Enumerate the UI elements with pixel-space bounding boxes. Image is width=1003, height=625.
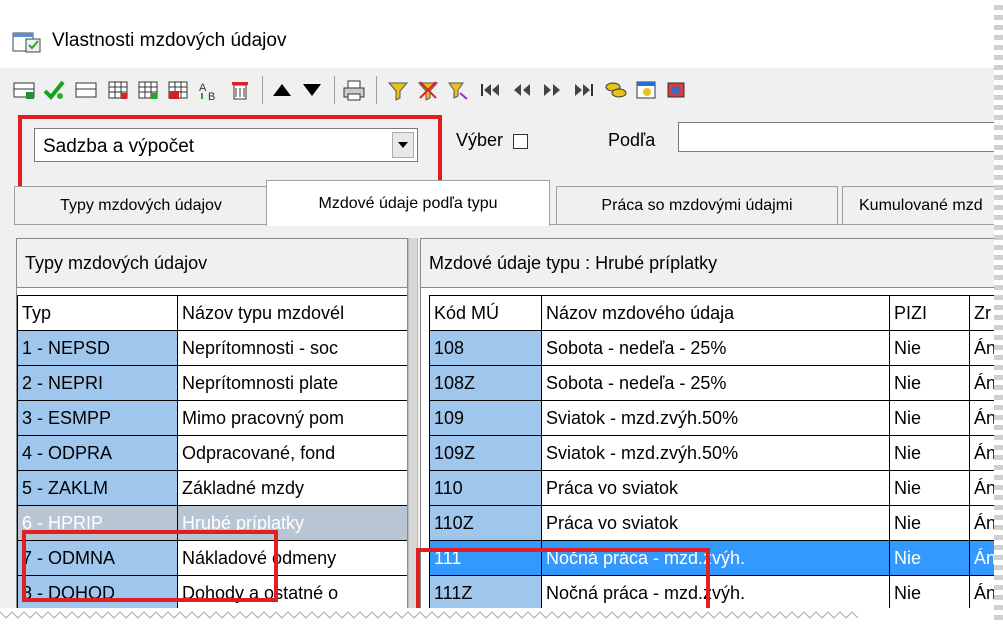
type-name: Neprítomnosti - soc — [177, 330, 407, 366]
sort-az-icon[interactable]: AB — [194, 76, 222, 104]
type-name: Mimo pracovný pom — [177, 400, 407, 436]
delete-icon[interactable] — [226, 76, 254, 104]
tools-icon[interactable] — [662, 76, 690, 104]
arrow-down-icon[interactable] — [298, 76, 326, 104]
coins-icon[interactable] — [602, 76, 630, 104]
table-add-icon[interactable] — [10, 76, 38, 104]
tab-label: Mzdové údaje podľa typu — [318, 194, 498, 212]
tab-work-with-data[interactable]: Práca so mzdovými údajmi — [556, 186, 838, 224]
table-row[interactable]: 110 Práca vo sviatok Nie Án — [429, 470, 1003, 506]
table-row[interactable]: 5 - ZAKLM Základné mzdy — [17, 470, 407, 506]
data-code: 109Z — [429, 435, 542, 471]
data-code: 108 — [429, 330, 542, 366]
table-row[interactable]: 4 - ODPRA Odpracované, fond — [17, 435, 407, 471]
type-code: 3 - ESMPP — [17, 400, 178, 436]
tab-label: Typy mzdových údajov — [60, 196, 222, 214]
column-header[interactable]: Názov typu mzdovél — [177, 295, 407, 331]
title-bar: Vlastnosti mzdových údajov — [0, 0, 1003, 68]
pizi-cell: Nie — [889, 435, 970, 471]
table-row[interactable]: 110Z Práca vo sviatok Nie Án — [429, 505, 1003, 541]
table-row[interactable]: 2 - NEPRI Neprítomnosti plate — [17, 365, 407, 401]
by-input[interactable] — [678, 122, 1003, 152]
data-name-cell: Sobota - nedeľa - 25% — [541, 330, 890, 366]
grid-add-icon[interactable] — [134, 76, 162, 104]
column-header[interactable]: Kód MÚ — [429, 295, 542, 331]
pizi-cell: Nie — [889, 505, 970, 541]
toolbar: AB — [0, 70, 1003, 108]
type-name: Odpracované, fond — [177, 435, 407, 471]
pizi-cell: Nie — [889, 470, 970, 506]
tab-types[interactable]: Typy mzdových údajov — [14, 186, 268, 224]
tab-label: Práca so mzdovými údajmi — [601, 196, 793, 214]
table-header-row: Typ Názov typu mzdovél — [17, 295, 407, 331]
data-name-cell: Sviatok - mzd.zvýh.50% — [541, 400, 890, 436]
next-record-icon[interactable] — [538, 76, 566, 104]
filter-alt-icon[interactable] — [444, 76, 472, 104]
window-title: Vlastnosti mzdových údajov — [52, 30, 287, 51]
column-header[interactable]: PIZI — [889, 295, 970, 331]
data-name-cell: Sobota - nedeľa - 25% — [541, 365, 890, 401]
last-record-icon[interactable] — [570, 76, 598, 104]
type-name: Základné mzdy — [177, 470, 407, 506]
prev-record-icon[interactable] — [508, 76, 536, 104]
type-code: 2 - NEPRI — [17, 365, 178, 401]
pizi-cell: Nie — [889, 575, 970, 611]
tab-label: Kumulované mzd — [859, 196, 983, 214]
types-panel-title: Typy mzdových údajov — [17, 239, 407, 288]
properties-app-icon — [12, 30, 42, 54]
type-code: 1 - NEPSD — [17, 330, 178, 366]
type-code: 4 - ODPRA — [17, 435, 178, 471]
pizi-cell: Nie — [889, 400, 970, 436]
data-code: 108Z — [429, 365, 542, 401]
type-name: Neprítomnosti plate — [177, 365, 407, 401]
data-code: 110Z — [429, 505, 542, 541]
type-code: 5 - ZAKLM — [17, 470, 178, 506]
arrow-up-icon[interactable] — [268, 76, 296, 104]
highlight-view-select — [18, 115, 442, 190]
table-row[interactable]: 109Z Sviatok - mzd.zvýh.50% Nie Án — [429, 435, 1003, 471]
highlight-selected-type — [22, 530, 278, 602]
calendar-icon[interactable] — [632, 76, 660, 104]
print-icon[interactable] — [340, 76, 368, 104]
svg-text:B: B — [208, 91, 215, 101]
table-row[interactable]: 109 Sviatok - mzd.zvýh.50% Nie Án — [429, 400, 1003, 436]
svg-text:A: A — [199, 82, 207, 94]
table-row[interactable]: 108 Sobota - nedeľa - 25% Nie Án — [429, 330, 1003, 366]
table-row[interactable]: 1 - NEPSD Neprítomnosti - soc — [17, 330, 407, 366]
data-code: 109 — [429, 400, 542, 436]
column-header[interactable]: Typ — [17, 295, 178, 331]
data-name-cell: Práca vo sviatok — [541, 470, 890, 506]
data-code: 110 — [429, 470, 542, 506]
highlight-selected-data — [416, 548, 710, 614]
grid-icon[interactable] — [104, 76, 132, 104]
first-record-icon[interactable] — [476, 76, 504, 104]
torn-edge-right — [994, 0, 1003, 625]
selection-label: Výber — [456, 130, 504, 150]
clear-filter-icon[interactable] — [414, 76, 442, 104]
properties-window: Vlastnosti mzdových údajov AB Sadzba a v… — [0, 0, 1003, 625]
data-name-cell: Práca vo sviatok — [541, 505, 890, 541]
table-remove-icon[interactable] — [72, 76, 100, 104]
data-panel-title: Mzdové údaje typu : Hrubé príplatky — [421, 239, 1003, 288]
by-label: Podľa — [608, 130, 656, 150]
torn-edge-bottom — [0, 608, 1003, 625]
filter-icon[interactable] — [384, 76, 412, 104]
grid-edit-icon[interactable] — [164, 76, 192, 104]
tab-cumulative[interactable]: Kumulované mzd — [842, 186, 1003, 224]
selection-checkbox[interactable] — [513, 134, 528, 149]
table-row[interactable]: 3 - ESMPP Mimo pracovný pom — [17, 400, 407, 436]
pizi-cell: Nie — [889, 365, 970, 401]
data-name-cell: Sviatok - mzd.zvýh.50% — [541, 435, 890, 471]
pizi-cell: Nie — [889, 330, 970, 366]
pizi-cell: Nie — [889, 540, 970, 576]
column-header[interactable]: Názov mzdového údaja — [541, 295, 890, 331]
tab-data-by-type[interactable]: Mzdové údaje podľa typu — [266, 180, 550, 226]
table-row[interactable]: 108Z Sobota - nedeľa - 25% Nie Án — [429, 365, 1003, 401]
table-header-row: Kód MÚ Názov mzdového údaja PIZI Zr — [429, 295, 1003, 331]
check-icon[interactable] — [40, 76, 68, 104]
